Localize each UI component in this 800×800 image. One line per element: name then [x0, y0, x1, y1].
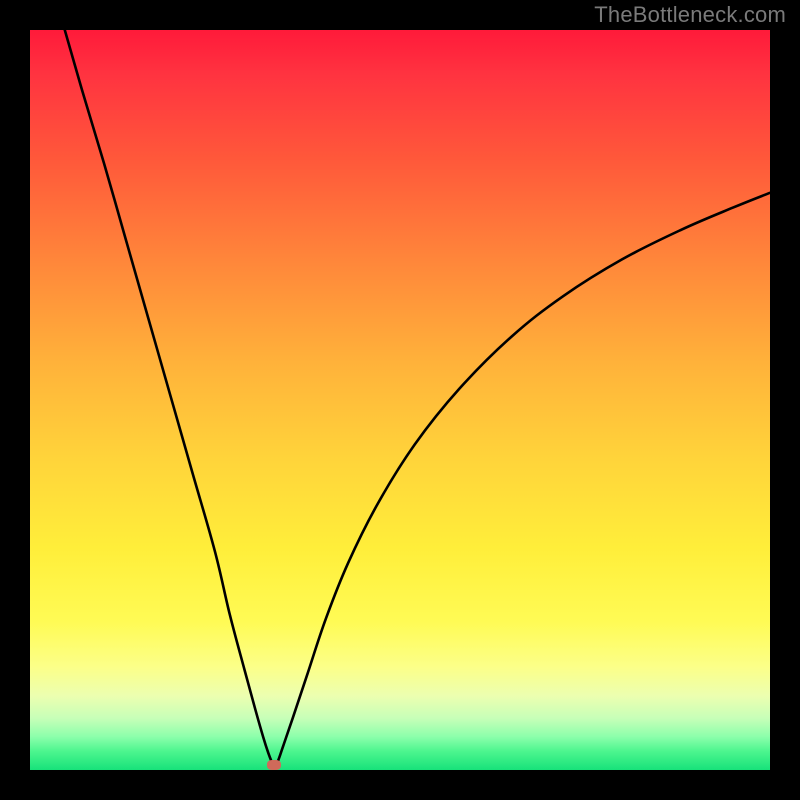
watermark-text: TheBottleneck.com	[594, 2, 786, 28]
plot-area	[30, 30, 770, 770]
curve-left-branch	[65, 30, 274, 767]
minimum-marker	[267, 760, 281, 770]
bottleneck-curve	[30, 30, 770, 770]
curve-right-branch	[274, 193, 770, 767]
chart-frame: TheBottleneck.com	[0, 0, 800, 800]
